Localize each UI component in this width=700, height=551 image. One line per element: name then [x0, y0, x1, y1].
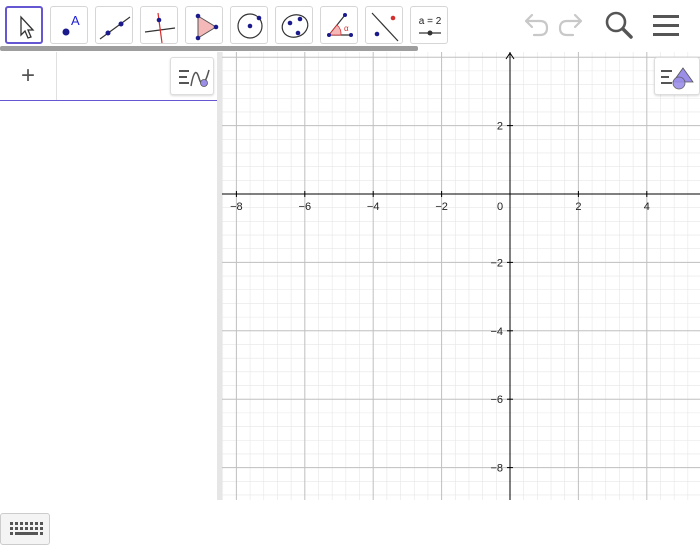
x-tick-label: −2	[435, 201, 448, 213]
x-tick-label: −4	[367, 201, 380, 213]
y-tick-label: −4	[490, 326, 503, 338]
circle-tool-button[interactable]	[230, 6, 268, 44]
redo-icon	[558, 13, 583, 37]
graphics-style-icon	[661, 67, 694, 90]
x-tick-label: −6	[299, 201, 312, 213]
x-tick-label: 4	[644, 201, 650, 213]
toolbar-scrollbar[interactable]	[0, 46, 418, 51]
search-button[interactable]	[600, 6, 638, 44]
algebra-view: +	[0, 52, 217, 545]
angle-tool-label: α	[344, 24, 349, 33]
point-tool-label: A	[71, 13, 80, 28]
line-tool-button[interactable]	[95, 6, 133, 44]
graphics-view[interactable]: −8 −6 −4 −2 0 2 4 2 −2 −4 −6 −8	[222, 52, 700, 500]
perpendicular-tool-button[interactable]	[140, 6, 178, 44]
y-tick-label: −2	[490, 257, 503, 269]
undo-button[interactable]	[516, 6, 554, 44]
coordinate-grid[interactable]: −8 −6 −4 −2 0 2 4 2 −2 −4 −6 −8	[222, 52, 700, 500]
angle-icon: α	[327, 13, 353, 37]
line-through-points-icon	[99, 16, 131, 40]
conic-tool-button[interactable]	[275, 6, 313, 44]
algebra-style-icon	[179, 69, 210, 87]
polygon-icon	[195, 13, 219, 41]
main-menu-button[interactable]	[647, 6, 685, 44]
y-tick-label: 2	[497, 121, 503, 133]
hamburger-menu-icon	[653, 15, 679, 36]
polygon-tool-button[interactable]	[185, 6, 223, 44]
slider-tool-label: a = 2	[419, 16, 442, 27]
slider-tool-button[interactable]: a = 2	[410, 6, 448, 44]
x-tick-label: −8	[230, 201, 243, 213]
keyboard-icon	[10, 522, 43, 535]
y-tick-label: −6	[490, 394, 503, 406]
circle-center-point-icon	[237, 13, 263, 39]
y-tick-label: −8	[490, 463, 503, 475]
graphics-style-button[interactable]	[654, 57, 700, 95]
keyboard-button[interactable]	[0, 513, 50, 545]
angle-tool-button[interactable]: α	[320, 6, 358, 44]
redo-button[interactable]	[553, 6, 591, 44]
perpendicular-line-icon	[144, 12, 176, 44]
search-icon	[605, 11, 633, 39]
add-input-button[interactable]: +	[0, 52, 57, 100]
point-label-icon: A	[62, 13, 80, 36]
algebra-input-row[interactable]: +	[0, 52, 217, 101]
toolbar: A α a = 2	[0, 0, 700, 52]
move-tool-button[interactable]	[5, 6, 43, 44]
undo-icon	[524, 13, 549, 37]
x-tick-label: 0	[497, 201, 503, 213]
cursor-arrow-icon	[20, 15, 35, 39]
reflect-tool-button[interactable]	[365, 6, 403, 44]
algebra-style-button[interactable]	[170, 57, 214, 95]
ellipse-icon	[281, 14, 309, 38]
x-tick-label: 2	[575, 201, 581, 213]
reflect-about-line-icon	[371, 12, 399, 42]
point-tool-button[interactable]: A	[50, 6, 88, 44]
slider-icon: a = 2	[419, 16, 442, 36]
